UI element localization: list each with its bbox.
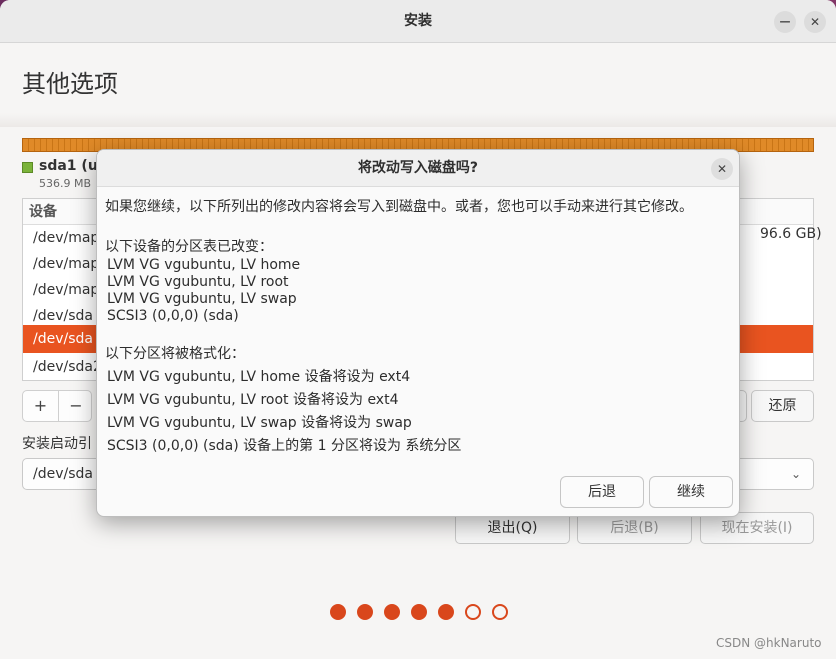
changed-table-item: LVM VG vgubuntu, LV root (107, 274, 289, 290)
close-icon[interactable]: ✕ (711, 158, 733, 180)
format-item: LVM VG vgubuntu, LV root 设备将设为 ext4 (107, 392, 399, 408)
dialog-title: 将改动写入磁盘吗? (357, 160, 479, 176)
format-heading: 以下分区将被格式化： (105, 346, 245, 362)
changed-table-item: LVM VG vgubuntu, LV swap (107, 291, 297, 307)
changed-table-item: SCSI3 (0,0,0) (sda) (107, 308, 239, 324)
format-item: SCSI3 (0,0,0) (sda) 设备上的第 1 分区将设为 系统分区 (107, 438, 462, 454)
dialog-intro: 如果您继续，以下所列出的修改内容将会写入到磁盘中。或者，您也可以手动来进行其它修… (105, 199, 693, 215)
tables-changed-heading: 以下设备的分区表已改变： (105, 239, 273, 255)
dialog-titlebar: 将改动写入磁盘吗? ✕ (97, 150, 739, 187)
format-item: LVM VG vgubuntu, LV swap 设备将设为 swap (107, 415, 412, 431)
dialog-back-button[interactable]: 后退 (560, 476, 644, 508)
changed-table-item: LVM VG vgubuntu, LV home (107, 257, 301, 273)
modal-overlay: 将改动写入磁盘吗? ✕ 如果您继续，以下所列出的修改内容将会写入到磁盘中。或者，… (0, 0, 836, 659)
format-item: LVM VG vgubuntu, LV home 设备将设为 ext4 (107, 369, 411, 385)
dialog-continue-button[interactable]: 继续 (649, 476, 733, 508)
confirm-write-dialog: 将改动写入磁盘吗? ✕ 如果您继续，以下所列出的修改内容将会写入到磁盘中。或者，… (96, 149, 740, 517)
